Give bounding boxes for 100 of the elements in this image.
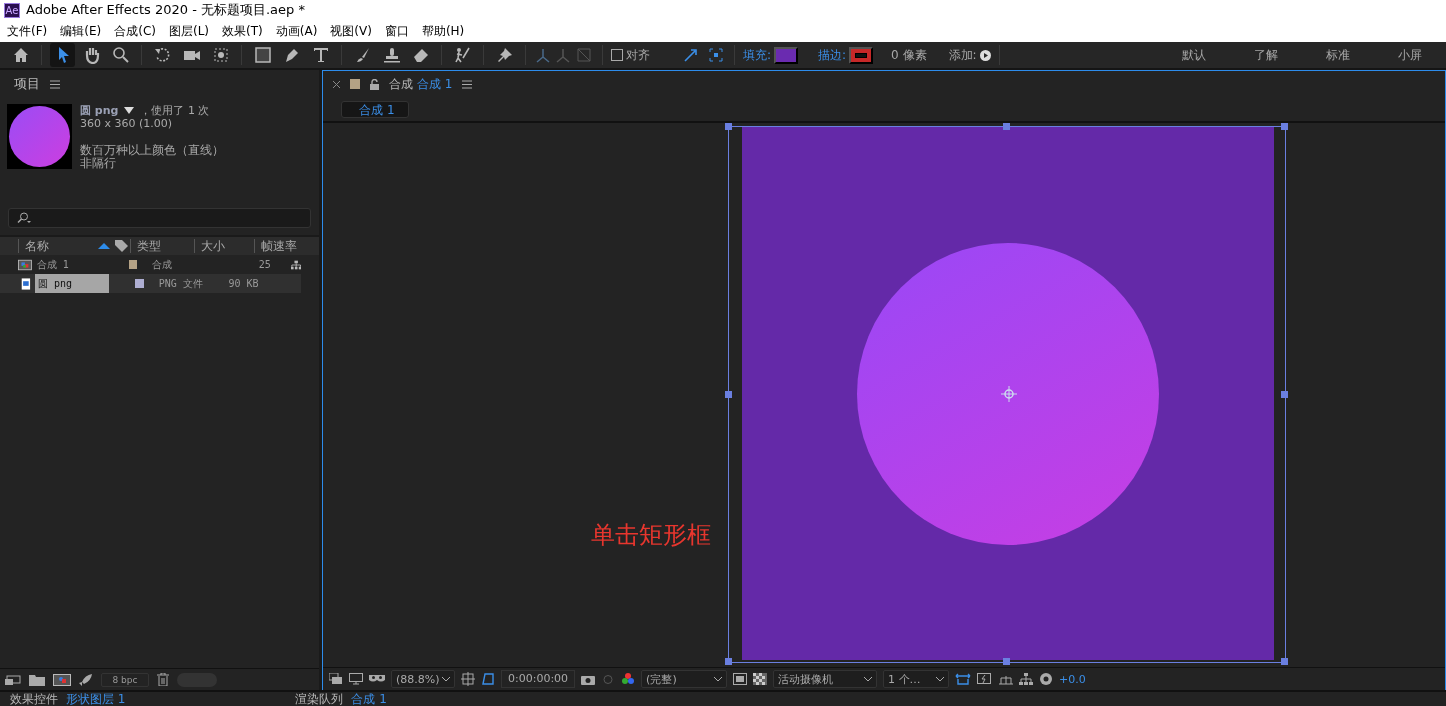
menu-icon[interactable] bbox=[462, 79, 473, 89]
region-icon[interactable] bbox=[733, 673, 748, 685]
menu-item[interactable]: 动画(A) bbox=[275, 22, 318, 40]
checkerboard-icon[interactable] bbox=[753, 673, 768, 685]
search-icon bbox=[111, 46, 130, 64]
interpret-footage-icon[interactable] bbox=[5, 673, 21, 686]
resize-handle[interactable] bbox=[725, 123, 732, 130]
resize-handle[interactable] bbox=[1003, 123, 1010, 130]
folder-icon[interactable] bbox=[29, 673, 45, 686]
column-header[interactable]: 大小 bbox=[194, 239, 254, 253]
window-title: Adobe After Effects 2020 - 无标题项目.aep * bbox=[26, 1, 305, 19]
snap-checkbox[interactable] bbox=[611, 49, 623, 61]
menu-item[interactable]: 文件(F) bbox=[7, 22, 48, 40]
bit-depth-button[interactable]: 8 bpc bbox=[101, 672, 149, 687]
usage-text: ，使用了 1 次 bbox=[140, 104, 210, 117]
text-icon bbox=[311, 46, 330, 64]
aperture-icon[interactable] bbox=[1039, 672, 1054, 686]
panel-title[interactable]: 渲染队列 bbox=[295, 690, 344, 706]
color-channels-icon[interactable] bbox=[621, 672, 636, 686]
brush-figure-icon bbox=[453, 46, 472, 64]
menu-item[interactable]: 帮助(H) bbox=[421, 22, 465, 40]
menu-item[interactable]: 效果(T) bbox=[222, 22, 263, 40]
timecode[interactable]: 0:00:00:00 bbox=[501, 670, 576, 688]
resize-handle[interactable] bbox=[725, 390, 732, 398]
toggle-pixel-icon[interactable] bbox=[955, 673, 972, 685]
menu-item[interactable]: 图层(L) bbox=[168, 22, 210, 40]
file-size: 90 KB bbox=[228, 278, 260, 289]
resize-handle[interactable] bbox=[1281, 658, 1288, 665]
column-header[interactable]: 类型 bbox=[130, 239, 194, 253]
file-name: 圆 png bbox=[34, 274, 110, 293]
grid-icon[interactable] bbox=[461, 672, 475, 686]
zoom-dropdown[interactable]: (88.8%) bbox=[391, 670, 455, 688]
search-field[interactable] bbox=[8, 208, 311, 228]
menu-item[interactable]: 窗口 bbox=[384, 22, 409, 40]
dimensions-text: 360 x 360 (1.00) bbox=[80, 117, 174, 130]
menu-item[interactable]: 视图(V) bbox=[330, 22, 372, 40]
new-composition-icon[interactable] bbox=[53, 673, 71, 686]
flowchart-icon[interactable] bbox=[290, 259, 301, 270]
camera-icon[interactable] bbox=[581, 673, 596, 685]
frame-rate: 25 bbox=[258, 259, 272, 270]
resolution-dropdown[interactable]: (完整) bbox=[641, 670, 728, 688]
panel-title: 合成 bbox=[389, 75, 413, 93]
camera-dropdown[interactable]: 活动摄像机 bbox=[773, 670, 878, 688]
stroke-swatch[interactable] bbox=[849, 46, 874, 64]
fast-preview-icon[interactable] bbox=[977, 672, 994, 686]
resize-handle[interactable] bbox=[1281, 123, 1288, 130]
lock-icon[interactable] bbox=[370, 78, 379, 90]
menu-item[interactable]: 合成(C) bbox=[114, 22, 156, 40]
preview-icon[interactable] bbox=[329, 673, 343, 685]
stroke-width-value[interactable]: 0 像素 bbox=[891, 46, 927, 64]
trash-icon[interactable] bbox=[157, 673, 169, 686]
add-label: 添加: bbox=[948, 46, 977, 64]
eraser-icon bbox=[411, 46, 430, 64]
annotation-text: 单击矩形框 bbox=[591, 520, 711, 551]
panel-title[interactable]: 项目 bbox=[14, 75, 40, 93]
play-icon[interactable] bbox=[979, 49, 991, 61]
label-color-swatch[interactable] bbox=[135, 279, 144, 288]
file-row[interactable]: 圆 png PNG 文件 90 KB bbox=[0, 274, 301, 293]
monitor-icon[interactable] bbox=[349, 673, 363, 685]
snap-label: 对齐 bbox=[626, 46, 650, 64]
caret-icon[interactable] bbox=[124, 107, 135, 114]
timeline-icon[interactable] bbox=[999, 673, 1014, 685]
anchor-point-icon[interactable] bbox=[1000, 385, 1018, 403]
file-type: PNG 文件 bbox=[158, 276, 204, 291]
mask-path-icon[interactable] bbox=[481, 672, 495, 686]
fill-swatch[interactable] bbox=[774, 46, 799, 64]
resize-handle[interactable] bbox=[1281, 390, 1288, 398]
views-dropdown[interactable]: 1 个… bbox=[883, 670, 950, 688]
panel-target[interactable]: 合成 1 bbox=[351, 690, 387, 706]
fill-label: 填充: bbox=[743, 46, 772, 64]
workspace-tab[interactable]: 默认 bbox=[1158, 46, 1230, 64]
file-name: 合成 1 bbox=[35, 257, 70, 272]
pan-behind-icon bbox=[211, 46, 230, 64]
pointer-tool[interactable] bbox=[50, 43, 75, 67]
panel-title[interactable]: 效果控件 bbox=[10, 690, 58, 706]
composition-tab[interactable]: 合成 1 bbox=[341, 100, 409, 118]
chevron-icon bbox=[714, 676, 723, 682]
rectangle-icon bbox=[253, 46, 272, 64]
resize-handle[interactable] bbox=[725, 658, 732, 665]
workspace-tab[interactable]: 了解 bbox=[1230, 46, 1302, 64]
column-header[interactable]: 帧速率 bbox=[254, 239, 306, 253]
exposure-value[interactable]: +0.0 bbox=[1059, 672, 1086, 686]
menu-item[interactable]: 编辑(E) bbox=[60, 22, 102, 40]
chevron-icon bbox=[936, 676, 945, 682]
workspace-tab[interactable]: 小屏 bbox=[1374, 46, 1446, 64]
flowchart-icon[interactable] bbox=[1019, 673, 1034, 685]
resize-handle[interactable] bbox=[1003, 658, 1010, 665]
panel-target[interactable]: 形状图层 1 bbox=[66, 690, 126, 706]
sort-up-icon[interactable] bbox=[98, 243, 110, 249]
composition-icon bbox=[18, 258, 32, 271]
snap-options-icon[interactable] bbox=[682, 46, 726, 64]
file-row[interactable]: 合成 1 合成 25 bbox=[0, 255, 301, 274]
workspace-tab[interactable]: 标准 bbox=[1302, 46, 1374, 64]
column-header[interactable]: 名称 bbox=[18, 239, 98, 253]
close-icon[interactable] bbox=[333, 80, 340, 88]
composition-name[interactable]: 合成 1 bbox=[417, 75, 453, 93]
label-color-swatch[interactable] bbox=[129, 260, 138, 269]
menu-icon[interactable] bbox=[50, 79, 60, 89]
item-name: 圆 png bbox=[80, 104, 119, 117]
rotate-icon bbox=[153, 46, 172, 64]
